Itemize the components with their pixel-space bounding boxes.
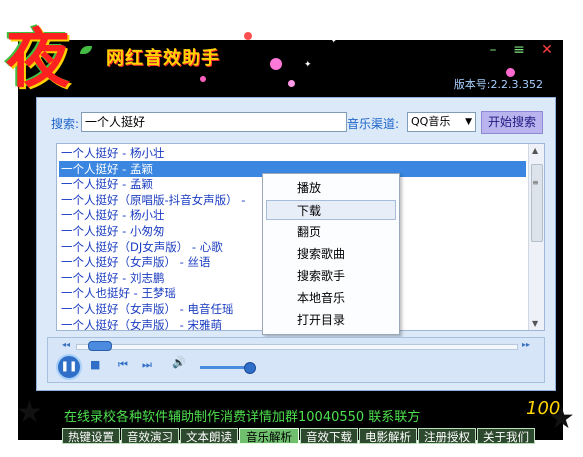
- main-panel: 搜索: 一个人挺好 音乐渠道: QQ音乐 ▼ 开始搜索 一个人挺好 - 杨小壮一…: [36, 97, 556, 391]
- context-menu-item[interactable]: 下载: [266, 200, 396, 220]
- sparkle-icon: ✦: [330, 36, 338, 46]
- result-row[interactable]: 一个人挺好（女声版） - 电音任瑶: [59, 301, 233, 317]
- bubble-decoration: [244, 32, 252, 40]
- result-row[interactable]: 一个人挺好 - 小匆匆: [59, 223, 164, 239]
- context-menu-item[interactable]: 搜索歌曲: [263, 244, 399, 264]
- tab-2[interactable]: 音效演习: [121, 428, 179, 444]
- result-row[interactable]: 一个人挺好 - 杨小壮: [59, 207, 164, 223]
- fast-forward-icon[interactable]: ▸▸: [522, 340, 530, 349]
- result-row[interactable]: 一个人挺好（女声版） - 宋雅萌: [59, 317, 222, 330]
- menu-button[interactable]: ≡: [510, 42, 528, 58]
- results-scrollbar[interactable]: ▲ ≡ ▼: [528, 144, 544, 330]
- tab-3[interactable]: 文本朗读: [180, 428, 238, 444]
- result-row[interactable]: 一个人也挺好 - 王梦瑶: [59, 285, 176, 301]
- bubble-decoration: [270, 58, 282, 70]
- channel-selected-value: QQ音乐: [411, 115, 451, 128]
- volume-track[interactable]: [200, 366, 248, 369]
- context-menu-item[interactable]: 搜索歌手: [263, 266, 399, 286]
- result-row[interactable]: 一个人挺好 - 刘志鹏: [59, 270, 164, 286]
- result-row[interactable]: 一个人挺好（DJ女声版） - 心歌: [59, 239, 223, 255]
- start-search-button[interactable]: 开始搜索: [481, 111, 543, 134]
- tab-1[interactable]: 热键设置: [62, 428, 120, 444]
- scroll-down-icon[interactable]: ▼: [532, 319, 538, 328]
- result-row[interactable]: 一个人挺好（原唱版-抖音女声版） -: [59, 192, 245, 208]
- app-title: 网红音效助手: [106, 48, 220, 69]
- context-menu-item[interactable]: 播放: [263, 178, 399, 198]
- leaf-icon: [80, 46, 92, 54]
- seek-track[interactable]: [76, 344, 518, 350]
- context-menu-item[interactable]: 打开目录: [263, 310, 399, 330]
- search-input[interactable]: 一个人挺好: [81, 112, 347, 132]
- scroll-up-icon[interactable]: ▲: [532, 146, 538, 155]
- stop-icon[interactable]: ■: [90, 358, 100, 371]
- tab-4[interactable]: 音乐解析: [239, 428, 299, 444]
- minimize-button[interactable]: –: [484, 42, 502, 58]
- channel-label: 音乐渠道:: [347, 117, 400, 131]
- bubble-decoration: [288, 80, 295, 87]
- search-row: 搜索: 一个人挺好 音乐渠道: QQ音乐 ▼ 开始搜索: [51, 111, 551, 134]
- context-menu-item[interactable]: 翻页: [263, 222, 399, 242]
- tab-7[interactable]: 注册授权: [418, 428, 476, 444]
- bubble-decoration: [200, 76, 206, 82]
- result-row[interactable]: 一个人挺好 - 孟颖: [59, 176, 153, 192]
- next-icon[interactable]: ⏭: [142, 358, 152, 372]
- search-label: 搜索:: [51, 117, 80, 131]
- tab-5[interactable]: 音效下载: [300, 428, 358, 444]
- channel-select[interactable]: QQ音乐 ▼: [407, 112, 476, 132]
- tab-8[interactable]: 关于我们: [477, 428, 535, 444]
- badge-100: 100: [526, 398, 561, 419]
- result-row[interactable]: 一个人挺好 - 杨小壮: [59, 145, 164, 161]
- pause-button[interactable]: ❚❚: [56, 354, 82, 380]
- seek-thumb[interactable]: [88, 341, 112, 351]
- context-menu: 播放 下载 翻页 搜索歌曲 搜索歌手 本地音乐 打开目录: [262, 173, 400, 335]
- bubble-decoration: [506, 68, 515, 77]
- grip-icon: ≡: [532, 178, 539, 187]
- volume-icon[interactable]: 🔊: [172, 356, 186, 369]
- version-label: 版本号:2.2.3.352: [453, 78, 543, 91]
- close-button[interactable]: ✕: [538, 42, 556, 58]
- marquee-text: 在线录校各种软件辅助制作消费详情加群10040550 联系联方: [64, 410, 421, 425]
- sparkle-icon: ✦: [304, 60, 312, 70]
- star-decoration-icon: ★: [16, 395, 43, 430]
- previous-icon[interactable]: ⏮: [118, 358, 128, 372]
- tab-6[interactable]: 电影解析: [359, 428, 417, 444]
- scroll-thumb[interactable]: [531, 164, 543, 242]
- context-menu-item[interactable]: 本地音乐: [263, 288, 399, 308]
- title-bar: 夜 网红音效助手 – ≡ ✕ 版本号:2.2.3.352: [6, 22, 563, 98]
- player-bar: ◂◂ ▸▸ ❚❚ ■ ⏮ ⏭ 🔊: [47, 337, 545, 383]
- app-logo: 夜: [6, 22, 70, 97]
- rewind-icon[interactable]: ◂◂: [62, 340, 70, 349]
- dropdown-arrow-icon: ▼: [465, 117, 472, 127]
- volume-thumb[interactable]: [244, 362, 256, 374]
- result-row[interactable]: 一个人挺好（女声版） - 丝语: [59, 254, 210, 270]
